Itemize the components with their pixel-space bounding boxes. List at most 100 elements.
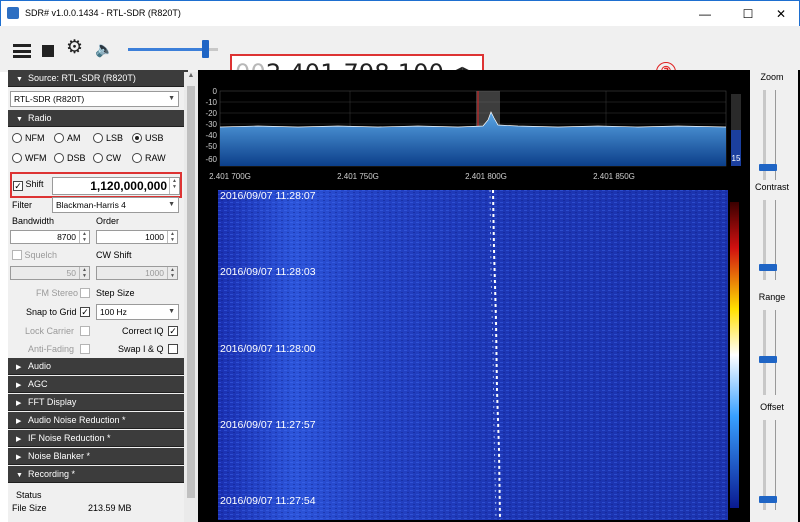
- range-slider[interactable]: [763, 310, 766, 395]
- maximize-icon[interactable]: ☐: [738, 5, 758, 23]
- filter-label: Filter: [12, 200, 32, 210]
- volume-slider-thumb[interactable]: [202, 40, 209, 58]
- radio-dot[interactable]: [132, 133, 142, 143]
- swap-iq-label: Swap I & Q: [118, 344, 164, 354]
- radio-dot[interactable]: [132, 153, 142, 163]
- app-icon: [7, 7, 19, 19]
- panel-recording[interactable]: ▼ Recording *: [8, 466, 188, 483]
- zoom-slider-thumb[interactable]: [759, 164, 777, 171]
- range-ticks: [772, 310, 776, 395]
- waterfall-colormap: [730, 202, 739, 508]
- x-tick: 2.401 850G: [593, 172, 635, 181]
- mode-nfm[interactable]: NFM: [12, 132, 45, 144]
- panel-if-noise-reduction[interactable]: ▶ IF Noise Reduction *: [8, 430, 188, 447]
- source-device-select[interactable]: RTL-SDR (R820T) ▼: [10, 91, 179, 107]
- file-size-label: File Size: [12, 503, 47, 513]
- snap-to-grid-checkbox[interactable]: ✓: [80, 307, 90, 317]
- snap-to-grid-label: Snap to Grid: [26, 307, 77, 317]
- panel-agc[interactable]: ▶ AGC: [8, 376, 188, 393]
- waterfall-timestamp: 2016/09/07 11:28:00: [220, 343, 316, 355]
- shift-spinner[interactable]: ▲ ▼: [169, 178, 179, 194]
- radio-dot[interactable]: [93, 153, 103, 163]
- mode-cw[interactable]: CW: [93, 152, 121, 164]
- step-size-select[interactable]: 100 Hz ▼: [96, 304, 179, 320]
- step-size-label: Step Size: [96, 288, 135, 298]
- fm-stereo-checkbox[interactable]: [80, 288, 90, 298]
- stop-icon[interactable]: [42, 45, 54, 57]
- checkbox-icon[interactable]: [12, 250, 22, 260]
- waterfall-timestamp: 2016/09/07 11:28:03: [220, 266, 316, 278]
- order-input[interactable]: 1000 ▲ ▼: [96, 230, 178, 244]
- radio-header[interactable]: ▼ Radio: [8, 110, 188, 127]
- waterfall-display[interactable]: 2016/09/07 11:28:07 2016/09/07 11:28:03 …: [218, 189, 750, 521]
- radio-dot[interactable]: [93, 133, 103, 143]
- sidebar-scrollbar[interactable]: ▲: [184, 72, 198, 522]
- volume-slider-fill: [128, 48, 206, 51]
- minimize-icon[interactable]: —: [695, 5, 715, 23]
- squelch-spinner[interactable]: ▲ ▼: [79, 267, 89, 279]
- correct-iq-label: Correct IQ: [122, 326, 164, 336]
- range-label: Range: [758, 292, 786, 302]
- order-spinner[interactable]: ▲ ▼: [167, 231, 177, 243]
- menu-icon[interactable]: [13, 44, 31, 58]
- y-tick: 0: [213, 87, 218, 96]
- swap-iq-checkbox[interactable]: [168, 344, 178, 354]
- x-tick: 2.401 700G: [209, 172, 251, 181]
- title-bar: SDR# v1.0.0.1434 - RTL-SDR (R820T) — ☐ ✕: [0, 0, 800, 26]
- toolbar: ⚙ 🔈 002.401.798.100 ◀▶ ③: [0, 26, 800, 93]
- gear-icon[interactable]: ⚙: [66, 38, 83, 57]
- cw-shift-spinner[interactable]: ▲ ▼: [167, 267, 177, 279]
- spectrum-area: 0 -10 -20 -30 -40 -50 -60 2.401 700G 2.4…: [198, 70, 800, 522]
- contrast-label: Contrast: [754, 182, 789, 192]
- scroll-up-icon[interactable]: ▲: [184, 72, 198, 84]
- bandwidth-spinner[interactable]: ▲ ▼: [79, 231, 89, 243]
- waterfall-svg: 2016/09/07 11:28:07 2016/09/07 11:28:03 …: [218, 189, 739, 521]
- mode-am[interactable]: AM: [54, 132, 81, 144]
- speaker-icon[interactable]: 🔈: [95, 42, 114, 58]
- filter-select[interactable]: Blackman-Harris 4 ▼: [52, 197, 179, 213]
- radio-dot[interactable]: [54, 153, 64, 163]
- mode-wfm[interactable]: WFM: [12, 152, 47, 164]
- scrollbar-thumb[interactable]: [187, 86, 195, 498]
- correct-iq-checkbox[interactable]: ✓: [168, 326, 178, 336]
- display-controls-panel: Zoom Contrast Range Offset: [750, 70, 798, 522]
- offset-slider-thumb[interactable]: [759, 496, 777, 503]
- shift-input[interactable]: 1,120,000,000 ▲ ▼: [52, 177, 180, 195]
- mode-dsb[interactable]: DSB: [54, 152, 86, 164]
- window-title: SDR# v1.0.0.1434 - RTL-SDR (R820T): [25, 8, 181, 18]
- waterfall-noise: [218, 190, 728, 520]
- panel-audio[interactable]: ▶ Audio: [8, 358, 188, 375]
- y-tick: -10: [205, 98, 217, 107]
- radio-dot[interactable]: [12, 133, 22, 143]
- anti-fading-checkbox[interactable]: [80, 344, 90, 354]
- waterfall-timestamp: 2016/09/07 11:28:07: [220, 190, 316, 202]
- spectrum-svg: 0 -10 -20 -30 -40 -50 -60 2.401 700G 2.4…: [205, 87, 741, 181]
- radio-dot[interactable]: [12, 153, 22, 163]
- contrast-slider-thumb[interactable]: [759, 264, 777, 271]
- offset-label: Offset: [760, 402, 784, 412]
- order-label: Order: [96, 216, 120, 226]
- mode-raw[interactable]: RAW: [132, 152, 166, 164]
- y-tick: -50: [205, 142, 217, 151]
- bandwidth-input[interactable]: 8700 ▲ ▼: [10, 230, 90, 244]
- spectrum-analyzer[interactable]: 0 -10 -20 -30 -40 -50 -60 2.401 700G 2.4…: [198, 70, 750, 187]
- panel-noise-blanker[interactable]: ▶ Noise Blanker *: [8, 448, 188, 465]
- squelch-checkbox[interactable]: Squelch: [12, 250, 57, 260]
- panel-fft-display[interactable]: ▶ FFT Display: [8, 394, 188, 411]
- range-slider-thumb[interactable]: [759, 356, 777, 363]
- waterfall-timestamp: 2016/09/07 11:27:57: [220, 419, 316, 431]
- radio-dot[interactable]: [54, 133, 64, 143]
- fm-stereo-label: FM Stereo: [36, 288, 79, 298]
- mode-usb[interactable]: USB: [132, 132, 164, 144]
- bandwidth-label: Bandwidth: [12, 216, 55, 226]
- close-icon[interactable]: ✕: [771, 5, 791, 23]
- sidebar: ▼ Source: RTL-SDR (R820T) RTL-SDR (R820T)…: [8, 70, 191, 522]
- cw-shift-input[interactable]: 1000 ▲ ▼: [96, 266, 178, 280]
- shift-checkbox[interactable]: ✓ Shift: [13, 179, 44, 191]
- squelch-input[interactable]: 50 ▲ ▼: [10, 266, 90, 280]
- source-header[interactable]: ▼ Source: RTL-SDR (R820T): [8, 70, 188, 87]
- panel-audio-noise-reduction[interactable]: ▶ Audio Noise Reduction *: [8, 412, 188, 429]
- checkbox-icon[interactable]: ✓: [13, 181, 23, 191]
- lock-carrier-checkbox[interactable]: [80, 326, 90, 336]
- mode-lsb[interactable]: LSB: [93, 132, 123, 144]
